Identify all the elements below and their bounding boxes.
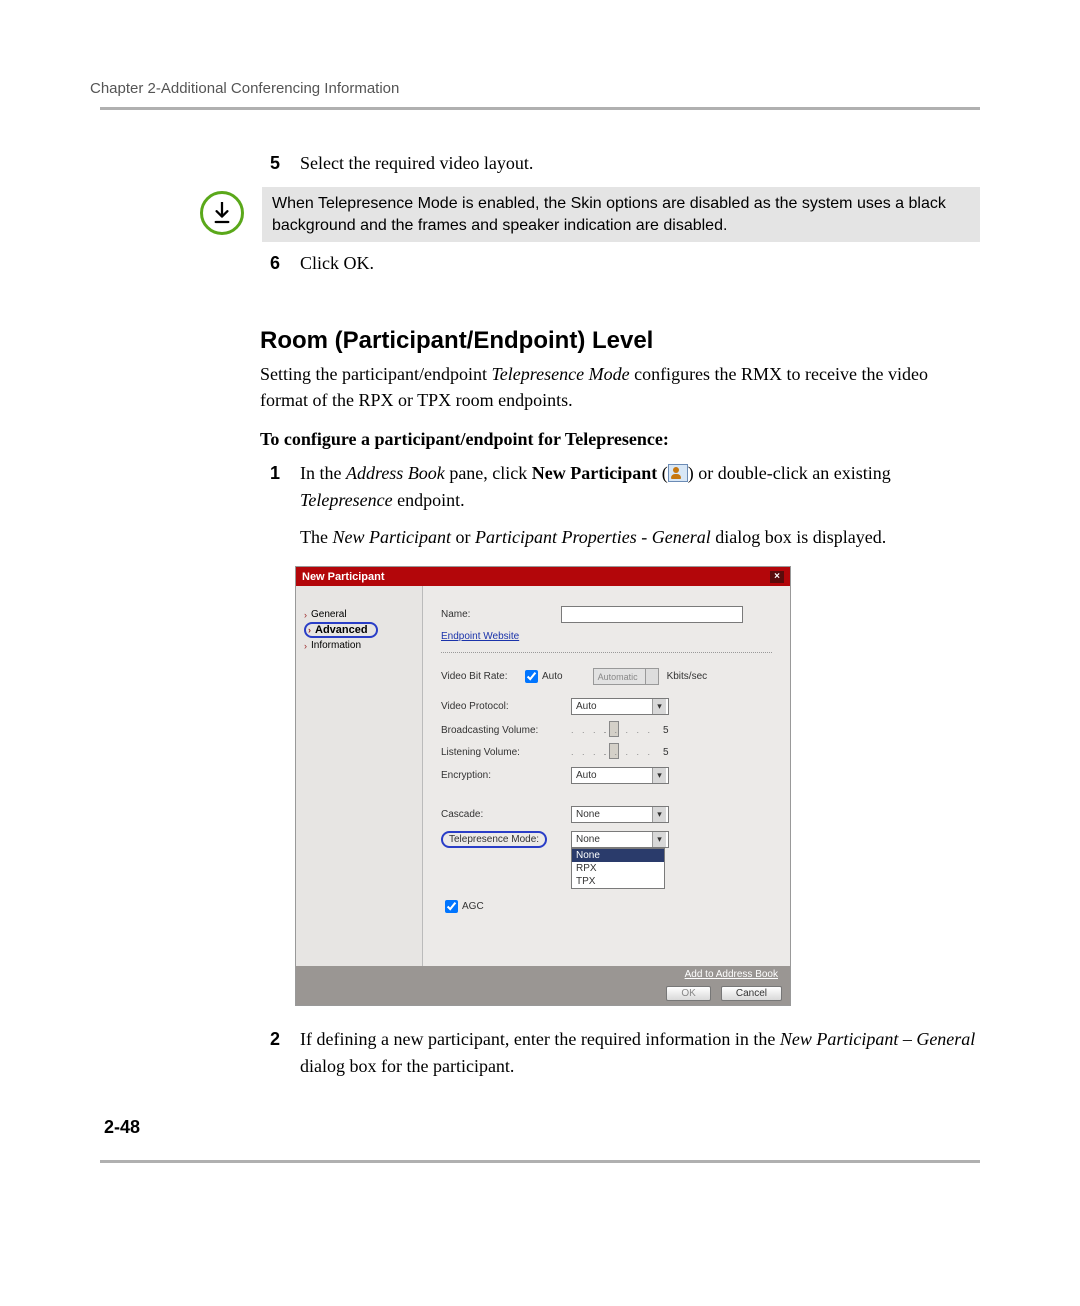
step-number: 1: [260, 460, 280, 514]
text-fragment: Setting the participant/endpoint: [260, 364, 491, 384]
sidebar-item-label: Information: [311, 640, 361, 651]
endpoint-website-link[interactable]: Endpoint Website: [441, 631, 519, 642]
text-fragment-italic: Address Book: [346, 463, 445, 483]
dropdown-option-none[interactable]: None: [572, 849, 664, 862]
caret-icon: ›: [304, 610, 307, 620]
listening-slider[interactable]: [571, 745, 653, 759]
text-fragment: If defining a new participant, enter the…: [300, 1029, 780, 1049]
dialog-form: Name: Endpoint Website Video Bit Rate: A…: [423, 586, 790, 966]
text-fragment: (: [657, 463, 668, 483]
sidebar-item-information[interactable]: › Information: [304, 639, 416, 652]
new-participant-dialog: New Participant × ›General ›Advanced ›In…: [295, 566, 791, 1006]
dialog-footer-upper: Add to Address Book: [296, 966, 790, 982]
step-number: 2: [260, 1026, 280, 1080]
text-fragment-italic: New Participant: [332, 527, 451, 547]
text-fragment: dialog box is displayed.: [711, 527, 886, 547]
video-bit-rate-label: Video Bit Rate:: [441, 671, 521, 682]
caret-icon: ›: [304, 641, 307, 651]
auto-checkbox-label: Auto: [542, 671, 563, 682]
step-text: In the Address Book pane, click New Part…: [300, 460, 980, 514]
dropdown-option-rpx[interactable]: RPX: [572, 862, 664, 875]
step-1: 1 In the Address Book pane, click New Pa…: [260, 460, 980, 514]
telepresence-dropdown-list[interactable]: None RPX TPX: [571, 848, 665, 889]
step-text: If defining a new participant, enter the…: [300, 1026, 980, 1080]
kbits-label: Kbits/sec: [667, 671, 708, 682]
agc-label: AGC: [462, 901, 484, 912]
note-callout: When Telepresence Mode is enabled, the S…: [200, 187, 980, 242]
caret-icon: ›: [308, 625, 311, 635]
ok-button[interactable]: OK: [666, 986, 710, 1001]
name-input[interactable]: [561, 606, 743, 623]
new-participant-icon: [668, 464, 688, 482]
dialog-footer: OK Cancel: [296, 982, 790, 1005]
dialog-sidebar: ›General ›Advanced ›Information: [296, 586, 423, 966]
chapter-header: Chapter 2-Additional Conferencing Inform…: [90, 80, 980, 97]
agc-checkbox[interactable]: [445, 900, 458, 913]
sidebar-item-label: General: [311, 609, 347, 620]
dropdown-option-tpx[interactable]: TPX: [572, 875, 664, 888]
listening-value: 5: [663, 747, 669, 758]
name-label: Name:: [441, 609, 561, 620]
step-number: 5: [260, 150, 280, 177]
telepresence-mode-select[interactable]: None: [571, 831, 669, 848]
close-icon[interactable]: ×: [770, 571, 784, 583]
config-heading: To configure a participant/endpoint for …: [260, 429, 980, 450]
text-fragment: dialog box for the participant.: [300, 1056, 514, 1076]
broadcasting-label: Broadcasting Volume:: [441, 725, 571, 736]
video-protocol-select[interactable]: Auto: [571, 698, 669, 715]
cascade-label: Cascade:: [441, 809, 571, 820]
sidebar-item-label: Advanced: [315, 624, 368, 636]
telepresence-mode-label: Telepresence Mode:: [441, 831, 547, 848]
text-fragment: endpoint.: [393, 490, 465, 510]
video-protocol-label: Video Protocol:: [441, 701, 571, 712]
step-text: Select the required video layout.: [300, 150, 980, 177]
text-fragment-italic: Participant Properties - General: [475, 527, 711, 547]
top-divider: [100, 107, 980, 110]
sidebar-item-advanced[interactable]: › Advanced: [304, 622, 378, 638]
main-content: 5 Select the required video layout. When…: [260, 150, 980, 1080]
bitrate-spinner[interactable]: Automatic: [593, 668, 659, 685]
cancel-button[interactable]: Cancel: [721, 986, 782, 1001]
bottom-divider: [100, 1160, 980, 1163]
step-number: 6: [260, 250, 280, 277]
result-line: The New Participant or Participant Prope…: [300, 524, 980, 550]
note-arrow-icon: [200, 191, 244, 235]
text-fragment-italic: New Participant – General: [780, 1029, 975, 1049]
text-fragment: The: [300, 527, 332, 547]
step-2: 2 If defining a new participant, enter t…: [260, 1026, 980, 1080]
dialog-titlebar: New Participant ×: [296, 567, 790, 586]
add-to-address-book-link[interactable]: Add to Address Book: [685, 969, 778, 980]
step-6: 6 Click OK.: [260, 250, 980, 277]
text-fragment: ) or double-click an existing: [688, 463, 891, 483]
dialog-title-text: New Participant: [302, 571, 385, 583]
text-fragment: or: [451, 527, 475, 547]
text-fragment: pane, click: [445, 463, 532, 483]
step-5: 5 Select the required video layout.: [260, 150, 980, 177]
encryption-label: Encryption:: [441, 770, 571, 781]
note-text: When Telepresence Mode is enabled, the S…: [262, 187, 980, 242]
cascade-select[interactable]: None: [571, 806, 669, 823]
auto-checkbox[interactable]: [525, 670, 538, 683]
broadcasting-value: 5: [663, 725, 669, 736]
text-fragment-bold: New Participant: [532, 463, 657, 483]
sidebar-item-general[interactable]: › General: [304, 608, 416, 621]
page-number: 2-48: [104, 1117, 140, 1138]
intro-paragraph: Setting the participant/endpoint Telepre…: [260, 361, 980, 413]
text-fragment: In the: [300, 463, 346, 483]
step-text: Click OK.: [300, 250, 980, 277]
text-fragment-italic: Telepresence Mode: [491, 364, 629, 384]
listening-label: Listening Volume:: [441, 747, 571, 758]
separator: [441, 652, 772, 653]
broadcasting-slider[interactable]: [571, 723, 653, 737]
text-fragment-italic: Telepresence: [300, 490, 393, 510]
encryption-select[interactable]: Auto: [571, 767, 669, 784]
section-heading: Room (Participant/Endpoint) Level: [260, 327, 980, 355]
